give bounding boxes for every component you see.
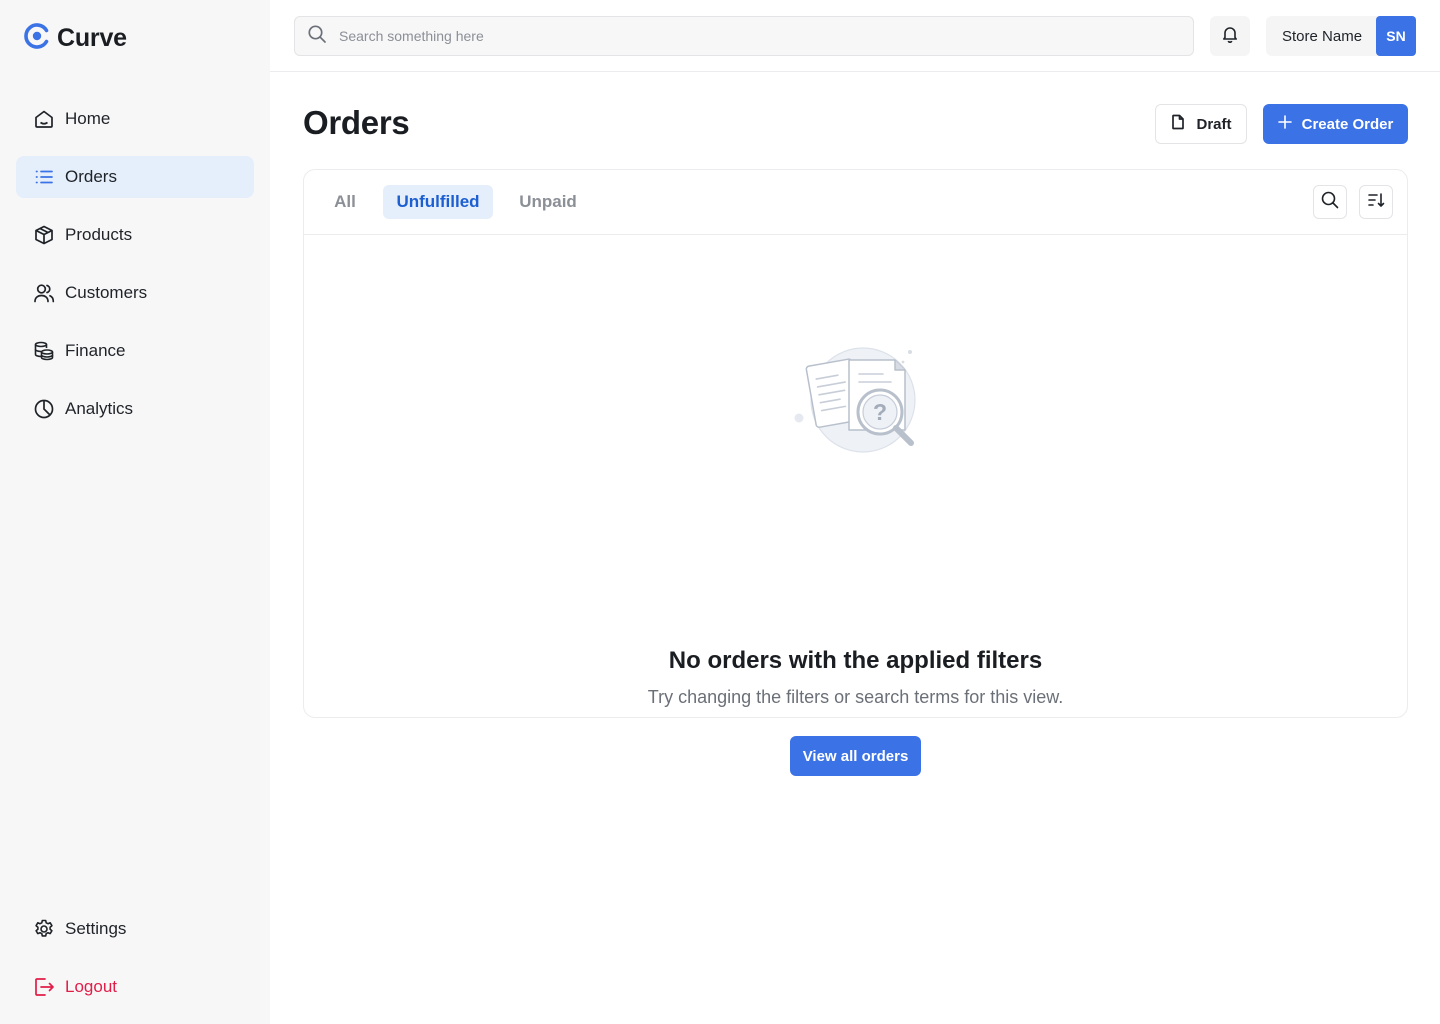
sidebar: Curve Home Orders Products Customers Fin… — [0, 0, 270, 1024]
sidebar-item-products[interactable]: Products — [16, 214, 254, 256]
sort-icon — [1366, 190, 1386, 215]
tab-label: Unfulfilled — [396, 192, 480, 211]
list-icon — [33, 166, 55, 188]
brand-logo[interactable]: Curve — [23, 22, 127, 55]
coins-icon — [33, 340, 55, 362]
sidebar-item-settings[interactable]: Settings — [16, 908, 254, 950]
sidebar-item-label: Products — [65, 225, 133, 244]
tab-all[interactable]: All — [324, 185, 366, 219]
plus-icon — [1277, 115, 1292, 133]
curve-logo-icon — [23, 22, 51, 55]
sidebar-item-label: Settings — [65, 919, 127, 938]
store-switcher[interactable]: Store Name SN — [1266, 16, 1416, 56]
app-root: Curve Home Orders Products Customers Fin… — [0, 0, 1440, 1024]
orders-card: All Unfulfilled Unpaid ? No orders with … — [303, 169, 1408, 776]
svg-text:?: ? — [873, 399, 887, 425]
brand-name: Curve — [57, 24, 127, 52]
page-title: Orders — [303, 104, 410, 141]
empty-state-subtitle: Try changing the filters or search terms… — [647, 687, 1064, 707]
empty-illustration: ? — [791, 340, 921, 465]
sidebar-item-home[interactable]: Home — [16, 98, 254, 140]
view-all-orders-button[interactable]: View all orders — [790, 736, 921, 776]
create-order-button[interactable]: Create Order — [1263, 104, 1408, 144]
sidebar-item-label: Finance — [65, 341, 126, 360]
orders-tabs-bar: All Unfulfilled Unpaid — [304, 170, 1407, 235]
search-input[interactable] — [339, 28, 1159, 44]
sort-button[interactable] — [1359, 185, 1393, 219]
pie-chart-icon — [33, 398, 55, 420]
sidebar-item-label: Home — [65, 109, 111, 128]
topbar: Store Name SN — [270, 0, 1440, 72]
bell-icon — [1221, 25, 1239, 48]
store-name: Store Name — [1282, 27, 1363, 45]
sidebar-item-label: Customers — [65, 283, 148, 302]
box-icon — [33, 224, 55, 246]
sidebar-item-analytics[interactable]: Analytics — [16, 388, 254, 430]
sidebar-item-finance[interactable]: Finance — [16, 330, 254, 372]
avatar: SN — [1376, 16, 1416, 56]
search-icon — [307, 24, 327, 49]
home-icon — [33, 108, 55, 130]
gear-icon — [33, 918, 55, 940]
users-icon — [33, 282, 55, 304]
document-icon — [1170, 114, 1186, 134]
draft-label: Draft — [1196, 115, 1232, 133]
draft-button[interactable]: Draft — [1155, 104, 1247, 144]
tab-unpaid[interactable]: Unpaid — [510, 185, 586, 219]
search-icon — [1320, 190, 1340, 215]
empty-state-title: No orders with the applied filters — [668, 647, 1043, 674]
notifications-button[interactable] — [1210, 16, 1250, 56]
tab-label: Unpaid — [519, 192, 577, 211]
create-order-label: Create Order — [1301, 115, 1394, 133]
tab-unfulfilled[interactable]: Unfulfilled — [383, 185, 493, 219]
sidebar-item-label: Orders — [65, 167, 117, 186]
sidebar-item-customers[interactable]: Customers — [16, 272, 254, 314]
orders-search-button[interactable] — [1313, 185, 1347, 219]
logout-icon — [33, 976, 55, 998]
sidebar-item-label: Analytics — [65, 399, 134, 418]
tab-label: All — [334, 192, 356, 211]
sidebar-item-logout[interactable]: Logout — [16, 966, 254, 1008]
sidebar-item-orders[interactable]: Orders — [16, 156, 254, 198]
search-box[interactable] — [294, 16, 1194, 56]
sidebar-item-label: Logout — [65, 977, 117, 996]
